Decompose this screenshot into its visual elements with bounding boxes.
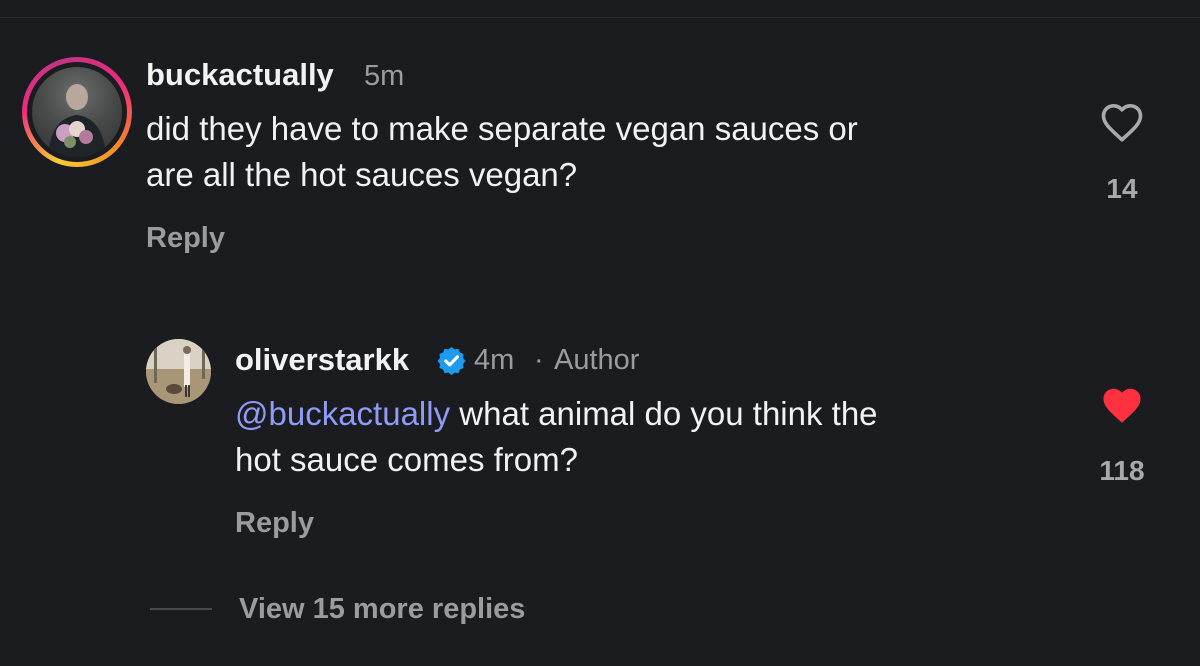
- avatar[interactable]: [146, 339, 211, 404]
- reply-text-rest: what animal do you think the: [450, 395, 878, 432]
- verified-badge-icon: [436, 345, 467, 376]
- view-more-replies-button[interactable]: View 15 more replies: [239, 591, 525, 627]
- like-count: 14: [1106, 173, 1138, 204]
- like-count: 118: [1099, 455, 1145, 486]
- reply-button[interactable]: Reply: [235, 505, 314, 541]
- top-divider: [0, 0, 1200, 18]
- reply-text-line-2: hot sauce comes from?: [235, 441, 578, 478]
- reply-time: 4m: [474, 344, 515, 376]
- avatar-story-ring[interactable]: [22, 57, 132, 167]
- avatar-image: [146, 339, 211, 404]
- comment-text-line-2: are all the hot sauces vegan?: [146, 156, 578, 193]
- reply-text-line-1: @buckactually what animal do you think t…: [235, 391, 878, 437]
- comment-time: 5m: [364, 60, 405, 92]
- avatar-image: [48, 84, 106, 157]
- comment-text-line-1: did they have to make separate vegan sau…: [146, 110, 858, 147]
- reply-username[interactable]: oliverstarkk: [235, 342, 409, 378]
- heart-filled-icon[interactable]: [1099, 384, 1145, 426]
- reply-button[interactable]: Reply: [146, 220, 225, 256]
- avatar: [32, 67, 122, 157]
- mention-link[interactable]: @buckactually: [235, 395, 450, 432]
- heart-outline-icon[interactable]: [1099, 101, 1145, 143]
- comments-panel: buckactually 5m did they have to make se…: [0, 0, 1200, 666]
- view-more-divider: [150, 608, 212, 610]
- meta-separator: ·: [534, 344, 544, 376]
- author-label: Author: [554, 344, 640, 376]
- comment-username[interactable]: buckactually: [146, 57, 334, 93]
